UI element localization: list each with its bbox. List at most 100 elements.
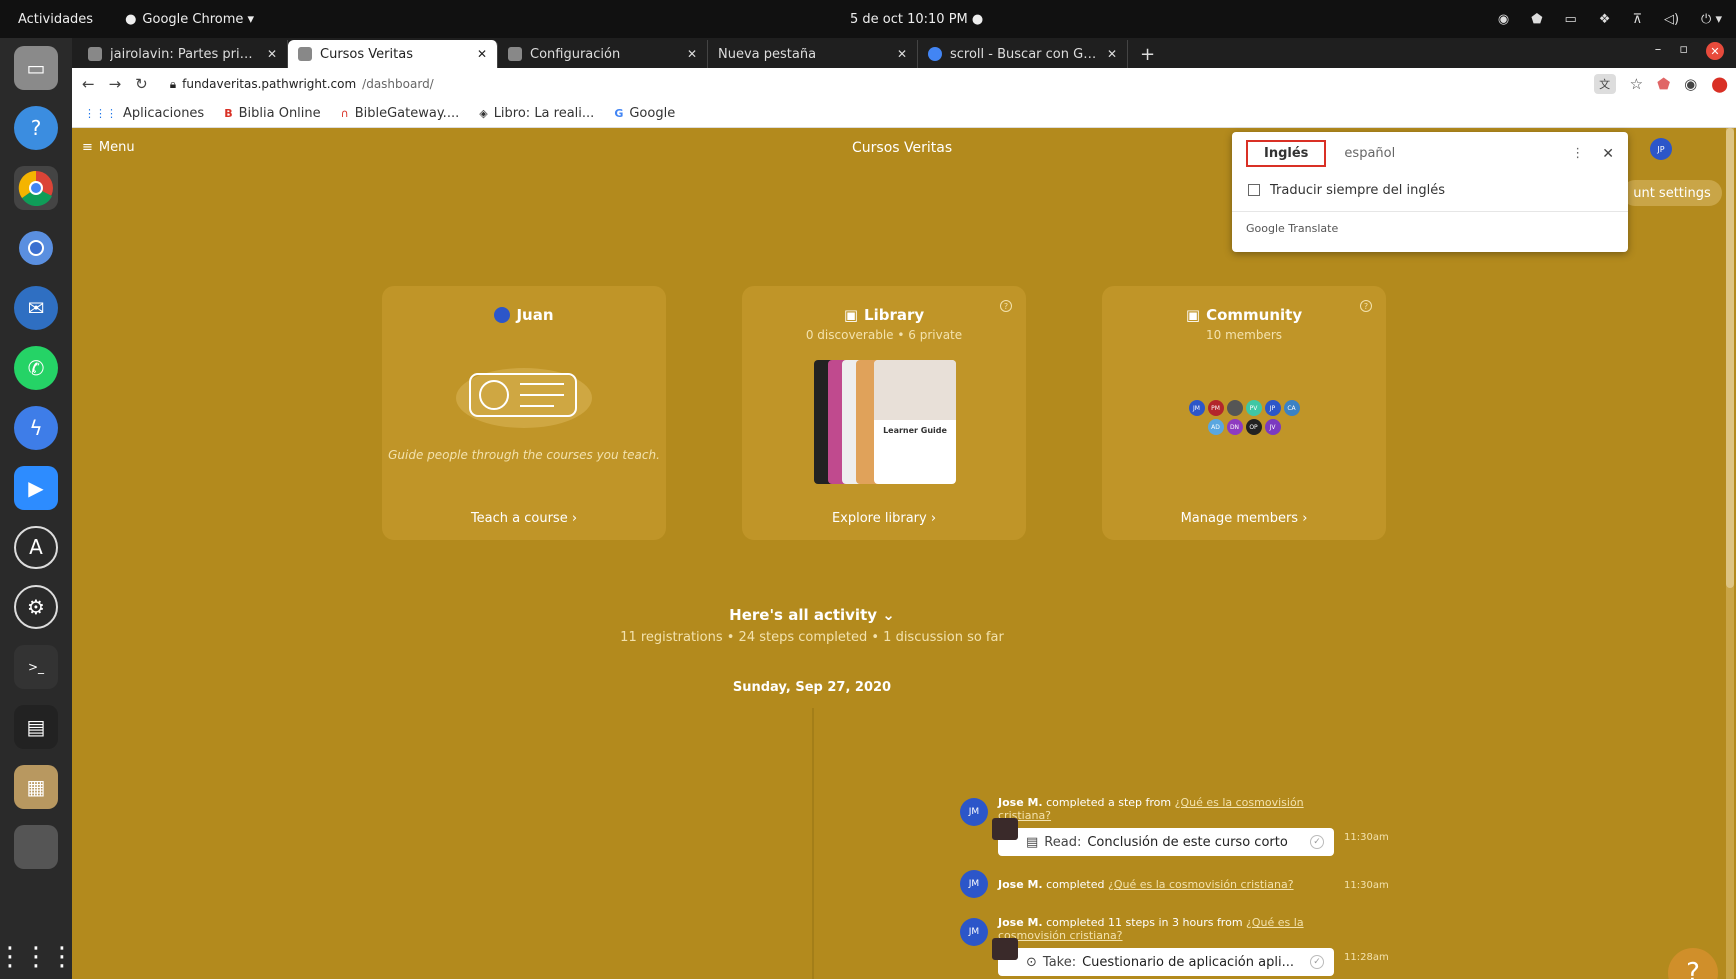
new-tab-button[interactable]: + bbox=[1128, 40, 1167, 68]
avatar[interactable]: JM bbox=[960, 870, 988, 898]
show-apps-icon[interactable]: ⋮⋮⋮ bbox=[0, 935, 75, 979]
clock[interactable]: 5 de oct 10:10 PM ● bbox=[850, 12, 983, 27]
activity-date: Sunday, Sep 27, 2020 bbox=[732, 680, 892, 695]
read-icon: ▤ bbox=[1026, 834, 1039, 850]
update-alert-icon[interactable]: ⬤ bbox=[1711, 75, 1728, 93]
library-icon: ▣ bbox=[843, 306, 859, 324]
always-translate-option[interactable]: Traducir siempre del inglés bbox=[1232, 175, 1628, 205]
zoom-icon[interactable]: ▶ bbox=[14, 465, 58, 510]
chromium-icon[interactable] bbox=[14, 226, 58, 270]
bookmark-google[interactable]: G Google bbox=[614, 106, 675, 121]
window-close-icon[interactable]: ✕ bbox=[1706, 42, 1724, 60]
library-covers[interactable]: Learner Guide bbox=[814, 360, 956, 484]
member-avatar[interactable]: JV bbox=[1264, 419, 1281, 435]
lang-english-tab[interactable]: Inglés bbox=[1246, 140, 1327, 167]
always-translate-checkbox[interactable] bbox=[1248, 184, 1260, 196]
system-top-bar: Actividades ● Google Chrome ▾ 5 de oct 1… bbox=[0, 0, 1736, 38]
bookmark-libro[interactable]: ◈ Libro: La reali... bbox=[479, 106, 594, 121]
lang-spanish-tab[interactable]: español bbox=[1344, 146, 1395, 161]
tab-configuracion[interactable]: Configuración ✕ bbox=[498, 40, 708, 68]
keyboard-tray-icon[interactable]: ▭ bbox=[1565, 12, 1577, 27]
tab-nueva-pestana[interactable]: Nueva pestaña ✕ bbox=[708, 40, 918, 68]
tab-close-icon[interactable]: ✕ bbox=[477, 47, 487, 61]
back-icon[interactable]: ← bbox=[82, 75, 95, 93]
library-card[interactable]: ? ▣ Library 0 discoverable • 6 private Le… bbox=[742, 286, 1026, 540]
page-scrollbar-thumb[interactable] bbox=[1726, 128, 1734, 588]
member-avatars[interactable]: JM PM PV JP CA AD DN OP JV bbox=[1182, 400, 1306, 435]
terminal-icon[interactable]: >_ bbox=[14, 645, 58, 690]
explore-library-link[interactable]: Explore library › bbox=[742, 511, 1026, 526]
maximize-icon[interactable]: ▫ bbox=[1679, 42, 1688, 60]
member-avatar[interactable] bbox=[1226, 400, 1243, 416]
account-settings-button[interactable]: unt settings bbox=[1622, 180, 1722, 206]
course-link[interactable]: ¿Qué es la cosmovisión cristiana? bbox=[1108, 878, 1294, 891]
settings-gear-icon[interactable]: ⚙ bbox=[14, 585, 58, 630]
bookmark-aplicaciones[interactable]: ⋮⋮⋮ Aplicaciones bbox=[84, 106, 204, 121]
tab-scroll-google[interactable]: scroll - Buscar con Google ✕ bbox=[918, 40, 1128, 68]
files-icon[interactable]: ▭ bbox=[14, 46, 58, 90]
tab-jairolavin[interactable]: jairolavin: Partes principa ✕ bbox=[78, 40, 288, 68]
menu-button[interactable]: ≡ Menu bbox=[82, 140, 135, 155]
step-card[interactable]: ▤ Read: Conclusión de este curso corto ✓ bbox=[992, 818, 1334, 856]
more-options-icon[interactable]: ⋮ bbox=[1571, 146, 1584, 161]
dropbox-tray-icon[interactable]: ❖ bbox=[1599, 12, 1611, 27]
community-help-icon[interactable]: ? bbox=[1360, 300, 1372, 312]
activity-summary: 11 registrations • 24 steps completed • … bbox=[620, 630, 1004, 645]
translate-icon[interactable]: 文 bbox=[1593, 74, 1616, 94]
volume-icon[interactable]: ◁) bbox=[1664, 12, 1679, 27]
thunderbird-icon[interactable]: ✉ bbox=[14, 285, 58, 330]
tab-close-icon[interactable]: ✕ bbox=[267, 47, 277, 61]
help-button[interactable]: ? bbox=[1668, 948, 1718, 979]
tab-close-icon[interactable]: ✕ bbox=[1107, 47, 1117, 61]
library-card-title: ▣ Library bbox=[843, 306, 925, 324]
software-center-icon[interactable]: A bbox=[14, 525, 58, 570]
help-icon[interactable]: ? bbox=[14, 105, 58, 150]
app-menu[interactable]: ● Google Chrome ▾ bbox=[125, 12, 254, 27]
tab-close-icon[interactable]: ✕ bbox=[687, 47, 697, 61]
member-avatar[interactable]: AD bbox=[1207, 419, 1224, 435]
member-avatar[interactable]: JM bbox=[1188, 400, 1205, 416]
profile-icon[interactable]: ◉ bbox=[1684, 75, 1697, 93]
extension-shield-icon[interactable]: ⬟ bbox=[1657, 75, 1670, 93]
avatar[interactable]: JM bbox=[960, 918, 988, 946]
member-avatar[interactable]: CA bbox=[1283, 400, 1300, 416]
tab-close-icon[interactable]: ✕ bbox=[897, 47, 907, 61]
activities-button[interactable]: Actividades bbox=[18, 12, 93, 27]
reload-icon[interactable]: ↻ bbox=[135, 75, 148, 93]
member-avatar[interactable]: PV bbox=[1245, 400, 1262, 416]
teach-card[interactable]: Juan Guide people through the courses yo… bbox=[382, 286, 666, 540]
avatar[interactable]: JM bbox=[960, 798, 988, 826]
member-avatar[interactable]: PM bbox=[1207, 400, 1224, 416]
close-icon[interactable]: ✕ bbox=[1602, 146, 1614, 162]
manage-members-link[interactable]: Manage members › bbox=[1102, 511, 1386, 526]
archive-icon[interactable]: ▦ bbox=[14, 765, 58, 810]
forward-icon[interactable]: → bbox=[109, 75, 122, 93]
community-card[interactable]: ? ▣ Community 10 members JM PM PV JP CA AD DN OP… bbox=[1102, 286, 1386, 540]
address-bar[interactable]: 🔒︎ fundaveritas.pathwright.com/dashboard… bbox=[170, 77, 434, 92]
teach-course-link[interactable]: Teach a course › bbox=[382, 511, 666, 526]
whatsapp-tray-icon[interactable]: ◉ bbox=[1498, 12, 1509, 27]
tab-cursos-veritas[interactable]: Cursos Veritas ✕ bbox=[288, 40, 498, 68]
network-icon[interactable]: ⊼ bbox=[1632, 12, 1642, 27]
minimize-icon[interactable]: – bbox=[1655, 42, 1662, 60]
remote-desktop-icon[interactable]: ▤ bbox=[14, 705, 58, 750]
bookmark-biblia-online[interactable]: B Biblia Online bbox=[224, 106, 320, 121]
user-avatar[interactable]: JP bbox=[1650, 138, 1672, 160]
power-icon[interactable]: ⏻ ▾ bbox=[1701, 12, 1722, 27]
bookmark-biblegateway[interactable]: ∩ BibleGateway.... bbox=[341, 106, 460, 121]
workspace-thumbnail[interactable] bbox=[14, 825, 58, 870]
activity-title[interactable]: Here's all activity ⌄ bbox=[72, 606, 1552, 624]
member-avatar[interactable]: JP bbox=[1264, 400, 1281, 416]
messenger-icon[interactable]: ϟ bbox=[14, 405, 58, 450]
library-help-icon[interactable]: ? bbox=[1000, 300, 1012, 312]
google-icon: G bbox=[614, 107, 624, 120]
step-card[interactable]: ⊙ Take: Cuestionario de aplicación apli.… bbox=[992, 938, 1334, 976]
star-icon[interactable]: ☆ bbox=[1630, 75, 1643, 93]
shield-tray-icon[interactable]: ⬟ bbox=[1531, 12, 1542, 27]
member-avatar[interactable]: OP bbox=[1245, 419, 1262, 435]
site-title: Cursos Veritas bbox=[852, 140, 953, 156]
chrome-icon[interactable] bbox=[14, 165, 58, 210]
whatsapp-icon[interactable]: ✆ bbox=[14, 345, 58, 390]
member-avatar[interactable]: DN bbox=[1226, 419, 1243, 435]
system-tray[interactable]: ◉ ⬟ ▭ ❖ ⊼ ◁) ⏻ ▾ bbox=[1498, 12, 1722, 27]
